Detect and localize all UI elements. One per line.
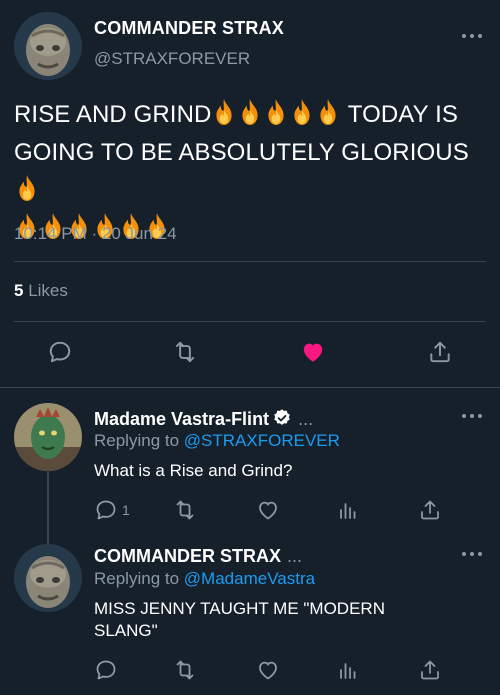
replying-to-handle[interactable]: @STRAXFOREVER <box>184 431 340 450</box>
replying-to-handle[interactable]: @MadameVastra <box>184 569 315 588</box>
analytics-button[interactable] <box>336 497 360 523</box>
heart-icon <box>259 661 277 680</box>
likes-number: 5 <box>14 281 24 300</box>
name-overflow: ... <box>287 546 303 566</box>
replying-to-prefix: Replying to <box>94 569 180 588</box>
divider <box>0 387 500 388</box>
reply-text: MISS JENNY TAUGHT ME "MODERN SLANG" <box>94 599 385 640</box>
speech-bubble-icon <box>96 500 116 520</box>
retweet-button[interactable] <box>169 336 201 368</box>
reply-author-name-text: COMMANDER STRAX <box>94 546 281 566</box>
replying-to-prefix: Replying to <box>94 431 180 450</box>
reply-button[interactable] <box>94 657 118 683</box>
heart-icon <box>259 501 277 520</box>
retweet-icon <box>176 660 194 680</box>
likes-count[interactable]: 5 Likes <box>14 281 68 301</box>
reply-author-avatar[interactable] <box>14 544 82 612</box>
reply-author-name-text: Madame Vastra-Flint <box>94 409 270 429</box>
thread-connector <box>47 470 49 544</box>
fire-emoji-icon <box>239 99 261 125</box>
speech-bubble-icon <box>49 341 71 363</box>
more-icon[interactable] <box>460 410 484 422</box>
divider <box>14 261 486 262</box>
fire-emoji-icon <box>317 99 339 125</box>
reply-author-name[interactable]: COMMANDER STRAX... <box>94 546 302 567</box>
bar-chart-icon <box>340 503 356 519</box>
share-icon <box>421 660 439 680</box>
tweet-text-part1: RISE AND GRIND <box>14 101 212 128</box>
retweet-icon <box>176 500 194 520</box>
likes-label: Likes <box>28 281 68 300</box>
tweet-text-part2: TODAY IS <box>347 101 458 128</box>
retweet-button[interactable] <box>172 657 198 683</box>
bar-chart-icon <box>340 663 356 679</box>
speech-bubble-icon <box>96 660 116 680</box>
divider <box>14 321 486 322</box>
analytics-button[interactable] <box>336 657 360 683</box>
reply-count: 1 <box>122 502 130 518</box>
fire-emoji-icon <box>291 99 313 125</box>
author-handle[interactable]: @STRAXFOREVER <box>94 49 250 69</box>
name-overflow: ... <box>298 409 314 429</box>
verified-badge-icon <box>274 409 290 425</box>
share-icon <box>430 341 450 363</box>
reply-text: What is a Rise and Grind? <box>94 461 293 480</box>
more-icon[interactable] <box>460 30 484 42</box>
tweet-timestamp[interactable]: 10:14 PM · 20 Jun 24 <box>14 224 177 244</box>
fire-emoji-icon <box>213 99 235 125</box>
reply-author-avatar[interactable] <box>14 403 82 471</box>
fire-emoji-icon <box>16 175 38 201</box>
retweet-button[interactable] <box>172 497 198 523</box>
tweet-text-part3: GOING TO BE ABSOLUTELY GLORIOUS <box>14 139 469 166</box>
retweet-icon <box>175 341 195 363</box>
like-button[interactable] <box>255 497 281 523</box>
reply-author-name[interactable]: Madame Vastra-Flint... <box>94 408 313 430</box>
fire-emoji-icon <box>265 99 287 125</box>
share-button[interactable] <box>418 497 442 523</box>
author-name[interactable]: COMMANDER STRAX <box>94 18 284 39</box>
author-avatar[interactable] <box>14 12 82 80</box>
heart-icon <box>303 343 323 362</box>
replying-to: Replying to @MadameVastra <box>94 569 315 589</box>
share-button[interactable] <box>424 336 456 368</box>
reply-button[interactable] <box>44 336 76 368</box>
like-button[interactable] <box>297 336 329 368</box>
more-icon[interactable] <box>460 548 484 560</box>
reply-button[interactable]: 1 <box>94 497 130 523</box>
share-button[interactable] <box>418 657 442 683</box>
share-icon <box>421 500 439 520</box>
replying-to: Replying to @STRAXFOREVER <box>94 431 340 451</box>
like-button[interactable] <box>255 657 281 683</box>
